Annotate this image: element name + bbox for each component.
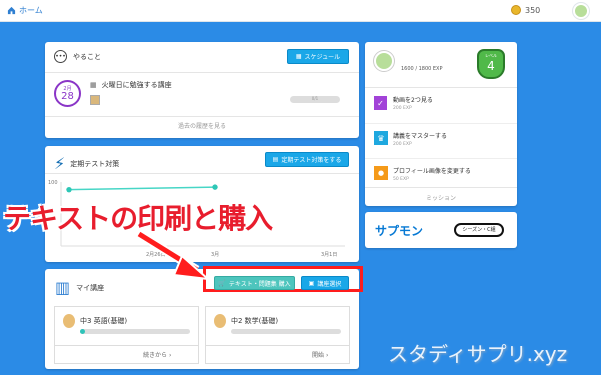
mission-divider <box>365 87 517 88</box>
red-arrow-icon <box>136 230 212 281</box>
user-avatar[interactable] <box>573 3 589 19</box>
calendar-icon: ▦ <box>90 81 97 89</box>
teacher-icon <box>214 314 226 328</box>
chart-x-label-3: 3月1日 <box>321 252 337 258</box>
progress-track-english <box>80 329 190 334</box>
mission-divider <box>365 123 517 124</box>
mission-divider <box>365 158 517 159</box>
course-name-math: 中2 数学(基礎) <box>231 317 279 325</box>
course-select-label: 講座選択 <box>317 280 342 288</box>
text-purchase-label: テキスト・問題集 購入 <box>228 280 291 288</box>
sapumon-logo[interactable]: サプモン <box>375 222 423 239</box>
schedule-label: スケジュール <box>304 54 341 61</box>
home-icon <box>7 6 16 15</box>
mission-item-videos[interactable]: ✓ 動画を2つ見る 200 EXP <box>374 92 506 120</box>
todo-heading: ••• やること <box>54 50 101 63</box>
home-label: ホーム <box>19 6 43 15</box>
course-divider <box>206 345 349 346</box>
course-card-english[interactable]: 中3 英語(基礎) 続きから › <box>54 306 199 364</box>
score-point-1 <box>66 186 72 193</box>
chevron-right-icon: › <box>168 352 172 359</box>
teacher-avatar <box>90 95 100 105</box>
top-navigation-bar: ホーム 350 <box>0 0 601 22</box>
crown-icon: ♛ <box>374 131 388 145</box>
task-title: 火曜日に勉強する講座 <box>101 81 172 89</box>
exam-icon: ⚡ <box>54 154 66 173</box>
exam-button[interactable]: ▤ 定期テスト対策をする <box>265 152 349 167</box>
progress-fill-english <box>80 329 85 334</box>
mission-title-profile: プロフィール画像を変更する <box>393 168 471 175</box>
todo-divider <box>45 72 359 73</box>
mission-exp-profile: 50 EXP <box>393 177 409 182</box>
history-divider <box>45 116 359 117</box>
courses-title: マイ講座 <box>76 283 105 292</box>
profile-avatar[interactable] <box>374 51 394 71</box>
mission-footer[interactable]: ミッション <box>365 193 517 202</box>
mission-title-videos: 動画を2つ見る <box>393 97 433 104</box>
course-select-button[interactable]: ▣ 講座選択 <box>301 276 349 290</box>
todo-title: やること <box>73 52 101 61</box>
ellipsis-icon: ••• <box>54 50 67 63</box>
course-card-math[interactable]: 中2 数学(基礎) 開始 › <box>205 306 350 364</box>
calendar-icon: ▦ <box>295 53 302 60</box>
mission-exp-videos: 200 EXP <box>393 106 412 111</box>
courses-heading: ▥ マイ講座 <box>55 278 104 297</box>
task-item[interactable]: ▦ 火曜日に勉強する講座 <box>90 80 172 90</box>
start-label: 開始 <box>312 352 325 359</box>
exam-title: 定期テスト対策 <box>70 159 120 168</box>
start-link[interactable]: 開始 › <box>312 350 328 359</box>
missions-card: 1600 / 1800 EXP レベル 4 ✓ 動画を2つ見る 200 EXP ♛ 講義… <box>365 42 517 206</box>
coin-count: 350 <box>525 5 541 15</box>
teacher-icon <box>63 314 75 328</box>
continue-link[interactable]: 続きから › <box>143 350 171 359</box>
course-name-english: 中3 英語(基礎) <box>80 317 128 325</box>
level-number: 4 <box>487 59 495 73</box>
banner-card[interactable]: サプモン シーズン・C組 <box>365 212 517 248</box>
mission-item-master[interactable]: ♛ 講義をマスターする 200 EXP <box>374 128 506 156</box>
text-purchase-button[interactable]: 🛒 テキスト・問題集 購入 <box>214 276 295 290</box>
coin-balance: 350 <box>511 5 540 15</box>
mission-title-master: 講義をマスターする <box>393 133 448 140</box>
profile-icon: ● <box>374 166 388 180</box>
task-progress: 0/1 <box>290 96 340 103</box>
exp-value: 1600 / 1800 EXP <box>401 66 443 72</box>
todo-card: ••• やること ▦ スケジュール 2月 28 ▦ 火曜日に勉強する講座 0/1 過去… <box>45 42 359 138</box>
course-icon: ▥ <box>55 278 71 297</box>
exam-heading: ⚡ 定期テスト対策 <box>54 154 119 173</box>
chart-y-label: 100 <box>48 180 58 186</box>
select-icon: ▣ <box>308 279 315 287</box>
season-logo[interactable]: シーズン・C組 <box>454 223 504 237</box>
date-badge: 2月 28 <box>54 80 81 107</box>
date-day: 28 <box>61 91 74 102</box>
chevron-right-icon: › <box>325 352 329 359</box>
score-point-2 <box>212 184 218 190</box>
progress-track-math <box>231 329 341 334</box>
studysapuri-watermark: スタディサプリ.xyz <box>388 342 568 366</box>
schedule-button[interactable]: ▦ スケジュール <box>287 49 349 64</box>
mission-footer-divider <box>365 187 517 188</box>
book-icon: ▤ <box>272 156 279 163</box>
past-history-link[interactable]: 過去の履歴を見る <box>45 121 359 130</box>
level-badge: レベル 4 <box>477 49 505 79</box>
exam-button-label: 定期テスト対策をする <box>281 157 342 164</box>
continue-label: 続きから <box>143 352 168 359</box>
coin-icon <box>511 5 521 15</box>
mission-exp-master: 200 EXP <box>393 142 412 147</box>
home-link[interactable]: ホーム <box>7 5 43 16</box>
video-checklist-icon: ✓ <box>374 96 387 110</box>
course-divider <box>55 345 198 346</box>
